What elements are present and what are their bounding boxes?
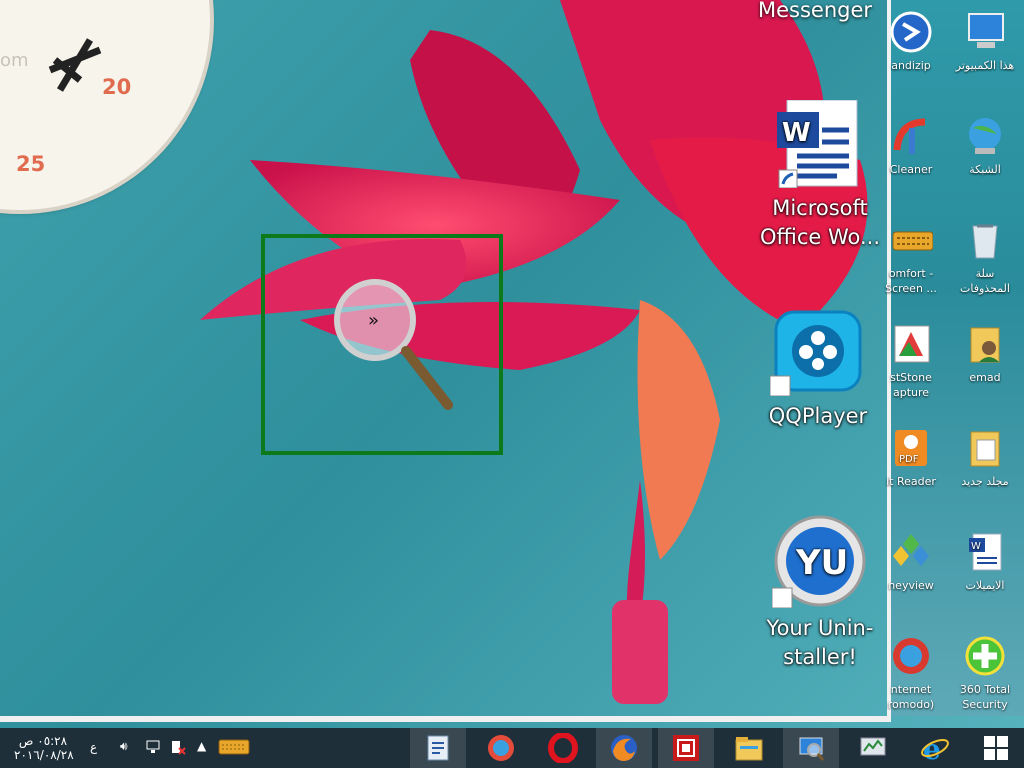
partial-widget-text: om	[0, 50, 29, 71]
ccleaner-icon	[889, 114, 933, 158]
svg-text:PDF: PDF	[899, 454, 919, 465]
desktop-icon-qqplayer[interactable]: QQPlayer	[743, 306, 893, 431]
resource-monitor-icon	[860, 737, 886, 756]
taskbar-app-file-explorer[interactable]	[721, 728, 777, 768]
document-app-icon	[427, 735, 449, 761]
tray-clock[interactable]: ٠٥:٢٨ ص ٢٠١٦/٠٨/٢٨	[14, 734, 74, 762]
magnifier-glass-icon: »	[334, 279, 453, 410]
opera-icon	[548, 733, 578, 763]
desktop-icon-label: هذا الكمبيوتر	[955, 59, 1015, 72]
screen-recorder-icon	[673, 735, 699, 761]
volume-icon[interactable]: 🔊︎	[120, 739, 128, 754]
qqplayer-icon	[769, 306, 866, 397]
taskbar-app-monitor[interactable]	[845, 728, 901, 768]
action-center-icon[interactable]	[170, 739, 186, 758]
desktop-icon-label: مجلد جديد	[961, 475, 1009, 488]
network-icon	[963, 114, 1007, 158]
desktop-icon-label: it Reader	[886, 475, 936, 488]
desktop-icon-emails-doc[interactable]: W الايميلات	[954, 530, 1016, 593]
input-language-indicator[interactable]: ع	[90, 740, 97, 754]
honeyview-icon	[889, 530, 933, 574]
desktop-icon-bandizip[interactable]: andizip	[880, 10, 942, 73]
user-folder-icon	[963, 322, 1007, 366]
network-tray-icon[interactable]	[145, 739, 161, 758]
desktop-wallpaper: 20 25 om » Messenger W Microsoft Office …	[0, 0, 1024, 728]
word-doc-icon: W	[963, 530, 1007, 574]
comodo-icon	[889, 634, 933, 678]
desktop-icon-recycle-bin[interactable]: سلة المحذوفات	[954, 218, 1016, 296]
taskbar-app-screen-recorder[interactable]	[658, 728, 714, 768]
uninstaller-icon: YU	[771, 514, 868, 609]
magnifier-window-border	[0, 716, 891, 722]
desktop-icon-faststone[interactable]: stStone apture	[880, 322, 942, 400]
clock-number: 25	[16, 152, 46, 176]
desktop-icon-label: الشبكة	[969, 163, 1001, 176]
folder-icon	[963, 426, 1007, 470]
tray-time: ٠٥:٢٨ ص	[18, 734, 68, 748]
desktop-icon-label: سلة المحذوفات	[960, 267, 1010, 295]
touch-keyboard-icon[interactable]	[218, 738, 250, 759]
computer-icon	[963, 10, 1007, 54]
internet-explorer-icon: e	[921, 733, 949, 763]
svg-text:W: W	[782, 118, 811, 148]
desktop-icon-label: omfort -Screen ...	[885, 267, 937, 295]
magnifier-app-icon	[799, 737, 825, 761]
desktop-icon-label: QQPlayer	[768, 404, 868, 428]
taskbar-app-firefox[interactable]	[596, 728, 652, 768]
taskbar: ٠٥:٢٨ ص ٢٠١٦/٠٨/٢٨ ع 🔊︎ ▲ e	[0, 728, 1024, 768]
svg-text:YU: YU	[795, 543, 848, 583]
desktop-icon-keyboard[interactable]: omfort -Screen ...	[880, 218, 942, 296]
faststone-icon	[889, 322, 933, 366]
bandizip-icon	[889, 10, 933, 54]
desktop-icon-foxit-reader[interactable]: PDF it Reader	[880, 426, 942, 489]
show-hidden-icons-chevron-up-icon[interactable]: ▲	[197, 739, 206, 753]
desktop-icon-label: Microsoft Office Wo...	[759, 196, 880, 249]
taskbar-app-opera[interactable]	[535, 728, 591, 768]
tray-date: ٢٠١٦/٠٨/٢٨	[14, 748, 74, 762]
firefox-icon	[611, 735, 637, 761]
messenger-label[interactable]: Messenger	[758, 0, 872, 22]
desktop-icon-emad[interactable]: emad	[954, 322, 1016, 385]
desktop-icon-word[interactable]: W Microsoft Office Wo...	[745, 99, 895, 252]
desktop-icon-label: andizip	[891, 59, 931, 72]
desktop-icon-label: nternet romodo)	[887, 683, 935, 711]
start-button[interactable]	[968, 728, 1024, 768]
desktop-icon-network[interactable]: الشبكة	[954, 114, 1016, 177]
recycle-bin-icon	[963, 218, 1007, 262]
desktop-icon-honeyview[interactable]: neyview	[880, 530, 942, 593]
pdf-icon: PDF	[889, 426, 933, 470]
taskbar-app-internet-explorer[interactable]: e	[907, 728, 963, 768]
desktop-icon-label: 360 Total Security	[959, 683, 1011, 711]
windows-logo-icon	[984, 736, 1008, 760]
svg-text:W: W	[971, 541, 981, 552]
word-icon: W	[777, 99, 863, 189]
desktop-icon-new-folder[interactable]: مجلد جديد	[954, 426, 1016, 489]
keyboard-icon	[889, 218, 934, 262]
desktop-icon-label: الايميلات	[965, 579, 1005, 592]
file-explorer-icon	[735, 737, 763, 761]
comodo-browser-icon	[488, 735, 514, 761]
desktop-icon-360-security[interactable]: 360 Total Security	[954, 634, 1016, 712]
clock-hands-icon	[48, 38, 102, 92]
desktop-icon-label: neyview	[888, 579, 934, 592]
desktop-icon-label: Your Unin-staller!	[766, 616, 874, 669]
svg-text:»: »	[368, 310, 379, 331]
desktop-icon-this-pc[interactable]: هذا الكمبيوتر	[954, 10, 1016, 73]
taskbar-app-magnifier[interactable]	[783, 728, 839, 768]
desktop-icon-uninstaller[interactable]: YU Your Unin-staller!	[745, 514, 895, 672]
taskbar-app-document[interactable]	[410, 728, 466, 768]
desktop-icon-ccleaner[interactable]: Cleaner	[880, 114, 942, 177]
desktop-icon-comodo[interactable]: nternet romodo)	[880, 634, 942, 712]
desktop-icon-label: stStone apture	[890, 371, 932, 399]
desktop-icon-label: emad	[969, 371, 1001, 384]
360-security-icon	[963, 634, 1007, 678]
taskbar-app-comodo-browser[interactable]	[473, 728, 529, 768]
desktop-icon-label: Cleaner	[889, 163, 933, 176]
